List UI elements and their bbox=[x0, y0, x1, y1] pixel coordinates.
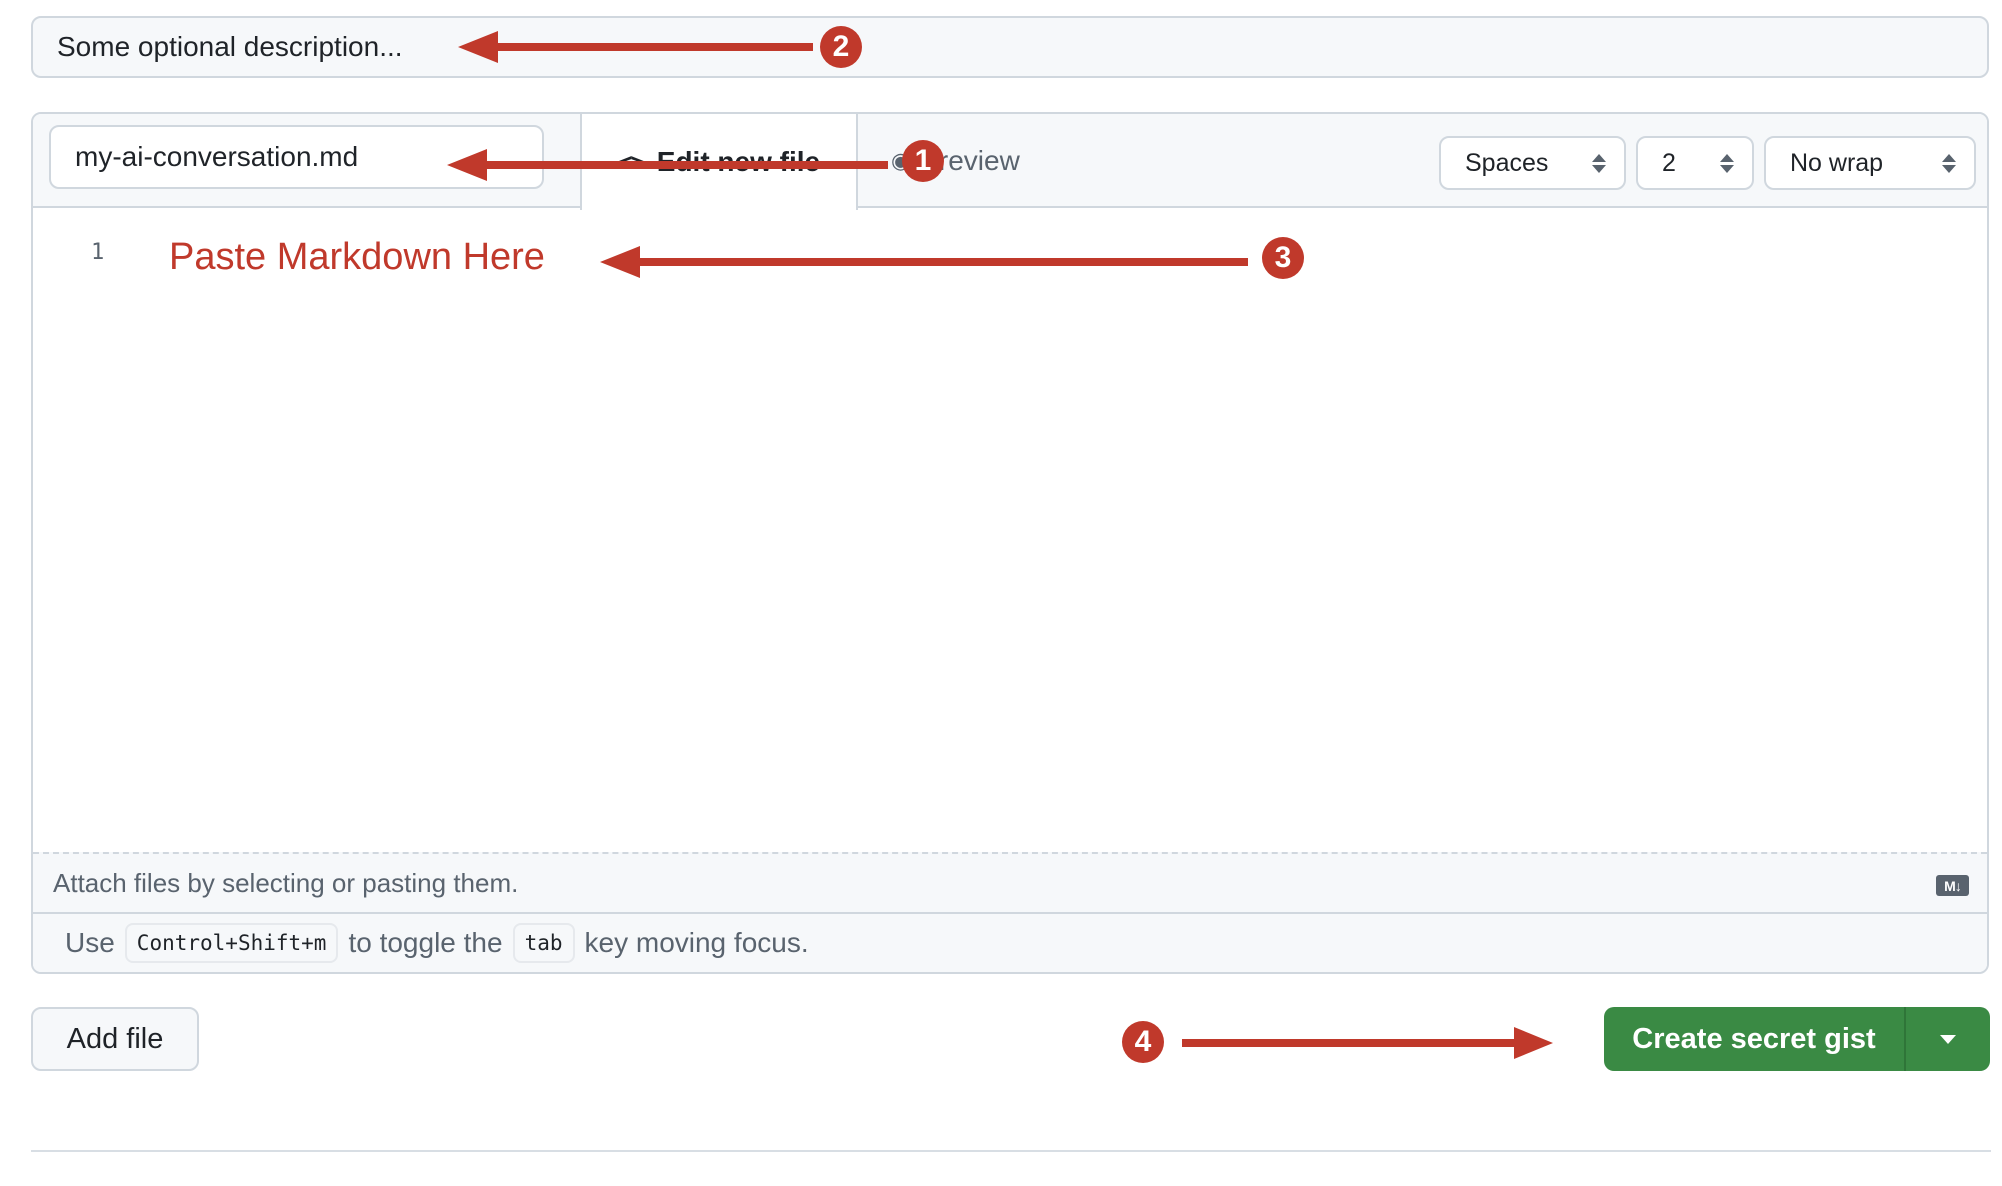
annotation-marker-4: 4 bbox=[1122, 1021, 1164, 1063]
code-icon: <> bbox=[617, 148, 645, 176]
filename-value: my-ai-conversation.md bbox=[75, 141, 359, 172]
add-file-button[interactable]: Add file bbox=[31, 1007, 199, 1071]
markdown-icon[interactable]: M↓ bbox=[1936, 875, 1969, 896]
create-gist-button-group: Create secret gist bbox=[1604, 1007, 1990, 1071]
code-line[interactable]: Paste Markdown Here bbox=[169, 236, 545, 279]
annotation-arrow-4-line bbox=[1182, 1039, 1516, 1047]
attach-files-bar[interactable]: Attach files by selecting or pasting the… bbox=[33, 852, 1987, 914]
caret-down-icon bbox=[1940, 1034, 1956, 1044]
description-input[interactable]: Some optional description... bbox=[31, 16, 1989, 78]
file-editor: my-ai-conversation.md <> Edit new file ◉… bbox=[31, 112, 1989, 974]
tab-edit-label: Edit new file bbox=[656, 146, 821, 177]
indent-size-value: 2 bbox=[1662, 148, 1676, 177]
editor-header: my-ai-conversation.md <> Edit new file ◉… bbox=[33, 114, 1987, 210]
select-arrows-icon bbox=[1720, 153, 1734, 173]
footer-divider bbox=[31, 1150, 1991, 1152]
hint-suffix: key moving focus. bbox=[584, 927, 809, 958]
annotation-arrow-4-head bbox=[1514, 1027, 1553, 1059]
filename-input[interactable]: my-ai-conversation.md bbox=[49, 125, 544, 189]
eye-icon: ◉ bbox=[891, 148, 911, 173]
description-placeholder: Some optional description... bbox=[57, 31, 403, 62]
wrap-mode-select[interactable]: No wrap bbox=[1764, 136, 1976, 190]
create-options-dropdown[interactable] bbox=[1906, 1007, 1990, 1071]
attach-files-text: Attach files by selecting or pasting the… bbox=[53, 867, 519, 898]
hint-prefix: Use bbox=[65, 927, 115, 958]
select-arrows-icon bbox=[1592, 153, 1606, 173]
select-arrows-icon bbox=[1942, 153, 1956, 173]
shortcut-kbd: Control+Shift+m bbox=[124, 923, 339, 963]
wrap-mode-value: No wrap bbox=[1790, 148, 1884, 177]
tab-kbd: tab bbox=[512, 923, 575, 963]
hint-middle: to toggle the bbox=[348, 927, 503, 958]
code-editor[interactable]: 1 Paste Markdown Here bbox=[33, 210, 1987, 852]
indent-mode-value: Spaces bbox=[1465, 148, 1549, 177]
tab-preview-label: Preview bbox=[920, 145, 1020, 176]
tab-focus-hint: Use Control+Shift+m to toggle the tab ke… bbox=[33, 914, 1987, 972]
create-secret-gist-button[interactable]: Create secret gist bbox=[1604, 1007, 1906, 1071]
indent-mode-select[interactable]: Spaces bbox=[1439, 136, 1626, 190]
indent-size-select[interactable]: 2 bbox=[1636, 136, 1754, 190]
line-number: 1 bbox=[91, 240, 105, 265]
tab-edit-new-file[interactable]: <> Edit new file bbox=[580, 114, 858, 210]
tab-preview[interactable]: ◉ Preview bbox=[891, 114, 1020, 208]
